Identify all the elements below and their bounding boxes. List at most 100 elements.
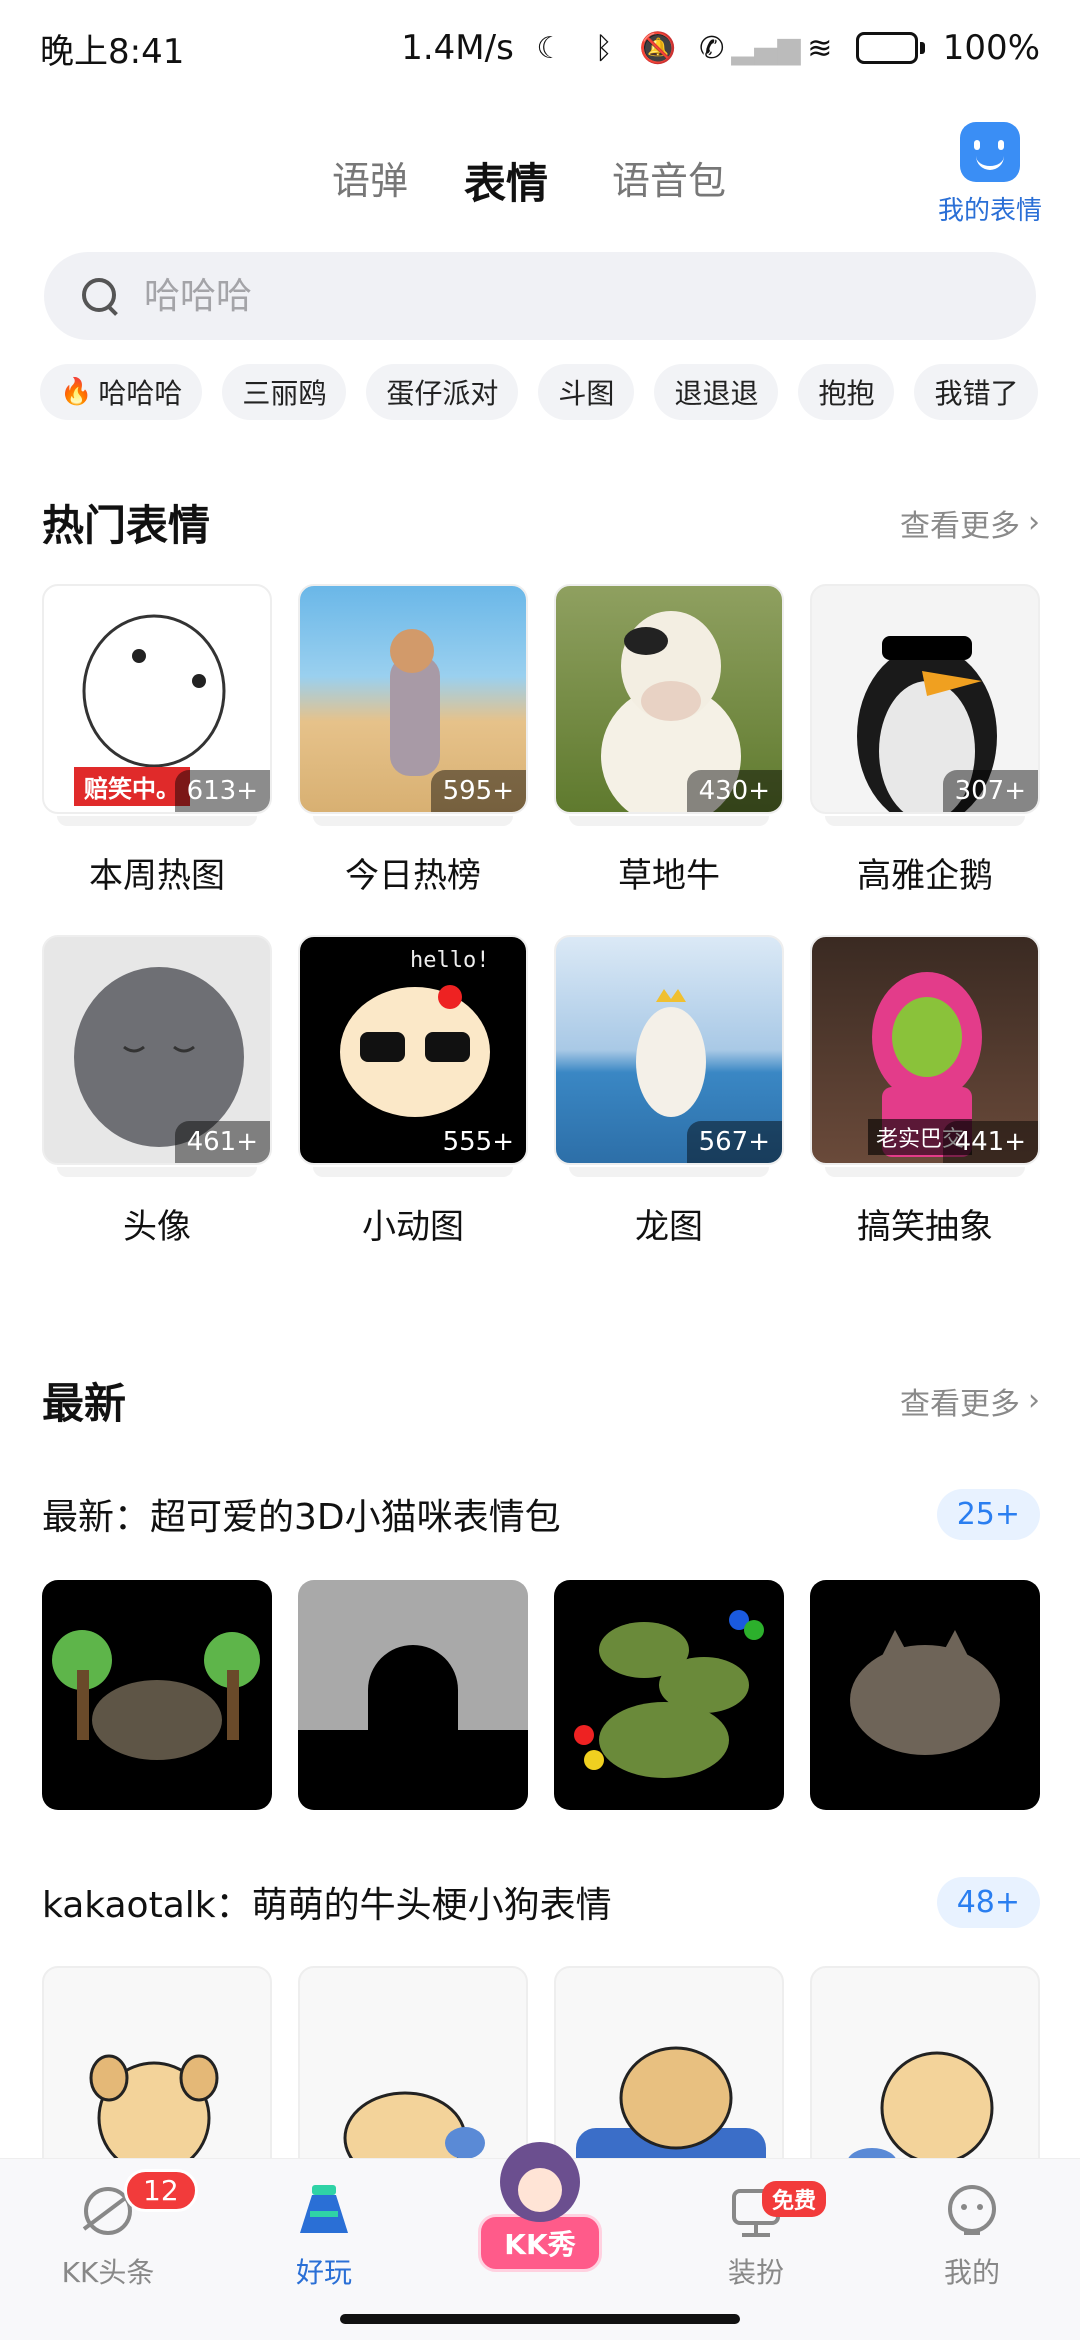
grumpy-cat-sticker: [850, 1630, 1000, 1755]
hot-thumb: 461+: [42, 935, 272, 1165]
cat-tree-sticker: [52, 1630, 260, 1760]
tab-label: 好玩: [295, 2256, 352, 2289]
free-badge: 免费: [762, 2181, 827, 2217]
hot-thumb: 430+: [554, 584, 784, 814]
pack-header[interactable]: kakaotalk：萌萌的牛头梗小狗表情 48+: [42, 1876, 1040, 1928]
hot-tag: 赔笑中。: [74, 767, 190, 806]
hot-thumb: 老实巴交 441+: [810, 935, 1040, 1165]
sticker-tile[interactable]: [810, 1580, 1040, 1810]
chevron-right-icon: ›: [1028, 505, 1040, 540]
fire-icon: 🔥: [60, 377, 93, 407]
tab-haowan[interactable]: 好玩: [216, 2159, 432, 2340]
hot-count: 430+: [686, 770, 782, 812]
hot-name: 本周热图: [89, 856, 225, 896]
tab-yuyinbao[interactable]: 语音包: [612, 150, 726, 205]
hot-name: 小动图: [362, 1207, 464, 1247]
my-emoji-label: 我的表情: [937, 196, 1042, 226]
search-input[interactable]: [144, 275, 944, 317]
pack-count-badge: 48+: [936, 1876, 1040, 1928]
network-speed: 1.4M/s: [401, 28, 514, 68]
tunnel-sticker: [298, 1645, 528, 1810]
hot-thumb: hello! 555+: [298, 935, 528, 1165]
latest-more-link[interactable]: 查看更多 ›: [900, 1379, 1040, 1423]
flask-icon: [294, 2181, 354, 2241]
hot-section-header: 热门表情 查看更多 ›: [42, 492, 1040, 553]
tab-yudan[interactable]: 语弹: [332, 150, 408, 205]
tab-biaoqing[interactable]: 表情: [464, 150, 548, 215]
news-badge: 12: [124, 2169, 198, 2212]
sticker-tile[interactable]: [554, 1580, 784, 1810]
hot-section-title: 热门表情: [42, 501, 211, 550]
tab-label: KK头条: [61, 2256, 155, 2289]
sticker-tile[interactable]: [42, 1580, 272, 1810]
hot-count: 441+: [942, 1121, 1038, 1163]
smile-icon: [960, 122, 1020, 182]
hot-card[interactable]: 430+ 草地牛: [554, 584, 784, 897]
hot-search-chips: 🔥 哈哈哈 三丽鸥 蛋仔派对 斗图 退退退 抱抱 我错了: [40, 364, 1039, 420]
hot-name: 头像: [123, 1207, 191, 1247]
home-indicator[interactable]: [340, 2314, 740, 2324]
chip-tuituitui[interactable]: 退退退: [654, 364, 779, 420]
chip-wocuole[interactable]: 我错了: [914, 364, 1039, 420]
hot-card[interactable]: 567+ 龙图: [554, 935, 784, 1248]
signal-icon: ▂▄▆: [731, 30, 801, 66]
sticker-tile[interactable]: [298, 1580, 528, 1810]
green-cats-sticker: [574, 1610, 764, 1778]
tab-label: 装扮: [727, 2256, 784, 2289]
hot-card[interactable]: 老实巴交 441+ 搞笑抽象: [810, 935, 1040, 1248]
hot-card[interactable]: 307+ 高雅企鹅: [810, 584, 1040, 897]
tab-label: 我的: [943, 2256, 1000, 2289]
hot-more-link[interactable]: 查看更多 ›: [900, 501, 1040, 545]
battery-icon: [855, 32, 925, 64]
hot-thumb: 595+: [298, 584, 528, 814]
status-time: 晚上8:41: [40, 31, 185, 72]
latest-section-header: 最新 查看更多 ›: [42, 1370, 1040, 1431]
kk-show-label: KK秀: [478, 2214, 602, 2272]
hot-card[interactable]: hello! 555+ 小动图: [298, 935, 528, 1248]
hot-count: 555+: [430, 1121, 526, 1163]
hot-count: 595+: [430, 770, 526, 812]
hello-text: hello!: [410, 948, 489, 973]
hot-thumb: 567+: [554, 935, 784, 1165]
hot-name: 搞笑抽象: [857, 1207, 993, 1247]
pack-count-badge: 25+: [936, 1488, 1040, 1540]
hot-name: 今日热榜: [345, 856, 481, 896]
avatar: [500, 2142, 580, 2222]
hot-name: 高雅企鹅: [857, 856, 993, 896]
chip-baobao[interactable]: 抱抱: [798, 364, 895, 420]
pack-title: kakaotalk：萌萌的牛头梗小狗表情: [42, 1885, 612, 1926]
hot-card[interactable]: 461+ 头像: [42, 935, 272, 1248]
pack-row: [42, 1580, 1040, 1810]
hot-thumb: 307+: [810, 584, 1040, 814]
tab-kk-news[interactable]: 12 KK头条: [0, 2159, 216, 2340]
latest-section-title: 最新: [42, 1379, 127, 1428]
mute-icon: 🔕: [639, 30, 677, 66]
pack-header[interactable]: 最新：超可爱的3D小猫咪表情包 25+: [42, 1488, 1040, 1540]
chip-doutu[interactable]: 斗图: [538, 364, 635, 420]
hot-count: 461+: [174, 1121, 270, 1163]
hot-thumb: 赔笑中。 613+: [42, 584, 272, 814]
hot-name: 草地牛: [618, 856, 720, 896]
hot-grid: 赔笑中。 613+ 本周热图 595+ 今日热榜 430+ 草地牛 307+ 高…: [42, 584, 1040, 1248]
call-icon: ✆: [699, 30, 725, 66]
hot-count: 613+: [174, 770, 270, 812]
top-tabs: 语弹 表情 语音包: [0, 130, 1080, 230]
hot-name: 龙图: [635, 1207, 703, 1247]
hot-count: 307+: [942, 770, 1038, 812]
chip-hahaha[interactable]: 🔥 哈哈哈: [40, 364, 203, 420]
kk-show-button[interactable]: KK秀: [478, 2142, 602, 2292]
my-emoji-button[interactable]: 我的表情: [930, 122, 1050, 227]
status-bar: 晚上8:41 1.4M/s ☾ ᛒ 🔕 ✆ ▂▄▆ ≋ 100%: [0, 0, 1080, 96]
pack-title: 最新：超可爱的3D小猫咪表情包: [42, 1497, 561, 1538]
wifi-icon: ≋: [807, 30, 833, 66]
tab-me[interactable]: 我的: [864, 2159, 1080, 2340]
search-icon: [80, 276, 120, 316]
moon-icon: ☾: [536, 30, 564, 66]
chip-eggy-party[interactable]: 蛋仔派对: [366, 364, 519, 420]
bluetooth-icon: ᛒ: [594, 30, 613, 66]
tab-dress-up[interactable]: 免费 装扮: [648, 2159, 864, 2340]
hot-card[interactable]: 595+ 今日热榜: [298, 584, 528, 897]
search-bar[interactable]: [44, 252, 1036, 340]
hot-card[interactable]: 赔笑中。 613+ 本周热图: [42, 584, 272, 897]
chip-sanrio[interactable]: 三丽鸥: [222, 364, 347, 420]
